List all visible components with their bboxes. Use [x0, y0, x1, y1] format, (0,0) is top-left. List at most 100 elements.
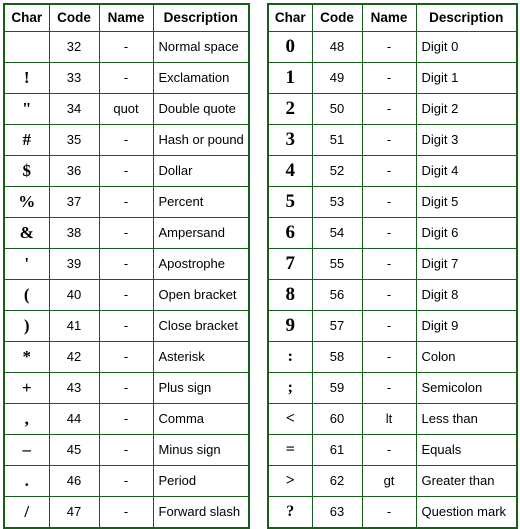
ascii-table-left: Char Code Name Description 32- Normal spa…	[3, 3, 250, 529]
cell-description: Hash or pound	[152, 124, 250, 156]
cell-char: 0	[267, 31, 313, 63]
cell-char: /	[3, 496, 50, 529]
cell-name: quot	[98, 93, 154, 125]
table-row: >62 gt Greater than	[267, 465, 518, 497]
column-header-code: Code	[311, 3, 363, 32]
cell-char: $	[3, 155, 50, 187]
cell-code: 42	[48, 341, 100, 373]
cell-char: :	[267, 341, 313, 373]
cell-name: -	[98, 124, 154, 156]
cell-code: 63	[311, 496, 363, 529]
table-row: 8 56- Digit 8	[267, 279, 518, 311]
cell-code: 45	[48, 434, 100, 466]
cell-char	[3, 31, 50, 63]
cell-description: Percent	[152, 186, 250, 218]
cell-char: ,	[3, 403, 50, 435]
column-header-char: Char	[267, 3, 313, 32]
cell-char: 2	[267, 93, 313, 125]
cell-name: gt	[361, 465, 417, 497]
cell-name: -	[361, 341, 417, 373]
table-header-right: Char Code Name Description	[267, 3, 518, 32]
cell-description: Greater than	[415, 465, 518, 497]
cell-description: Digit 5	[415, 186, 518, 218]
table-row: 0 48- Digit 0	[267, 31, 518, 63]
table-row: " 34 quot Double quote	[3, 93, 250, 125]
table-row: 32- Normal space	[3, 31, 250, 63]
cell-description: Less than	[415, 403, 518, 435]
table-row: /47- Forward slash	[3, 496, 250, 529]
cell-description: Ampersand	[152, 217, 250, 249]
table-row: 1 49- Digit 1	[267, 62, 518, 94]
cell-description: Question mark	[415, 496, 518, 529]
cell-code: 38	[48, 217, 100, 249]
cell-code: 48	[311, 31, 363, 63]
cell-description: Digit 8	[415, 279, 518, 311]
cell-name: -	[98, 31, 154, 63]
table-row: ) 41- Close bracket	[3, 310, 250, 342]
cell-char: 6	[267, 217, 313, 249]
cell-code: 37	[48, 186, 100, 218]
cell-code: 60	[311, 403, 363, 435]
cell-code: 36	[48, 155, 100, 187]
cell-name: -	[361, 248, 417, 280]
cell-name: -	[98, 248, 154, 280]
column-header-code: Code	[48, 3, 100, 32]
cell-char: –	[3, 434, 50, 466]
cell-description: Digit 6	[415, 217, 518, 249]
cell-char: 9	[267, 310, 313, 342]
cell-code: 49	[311, 62, 363, 94]
column-header-char: Char	[3, 3, 50, 32]
cell-code: 35	[48, 124, 100, 156]
table-row: 9 57- Digit 9	[267, 310, 518, 342]
cell-name: -	[361, 155, 417, 187]
cell-code: 56	[311, 279, 363, 311]
cell-char: #	[3, 124, 50, 156]
cell-description: Close bracket	[152, 310, 250, 342]
table-row: . 46- Period	[3, 465, 250, 497]
header-row: Char Code Name Description	[3, 3, 250, 32]
cell-name: -	[98, 186, 154, 218]
table-row: = 61- Equals	[267, 434, 518, 466]
table-row: 2 50- Digit 2	[267, 93, 518, 125]
cell-char: 8	[267, 279, 313, 311]
column-header-description: Description	[152, 3, 250, 32]
cell-name: -	[98, 62, 154, 94]
cell-char: 7	[267, 248, 313, 280]
cell-name: -	[98, 155, 154, 187]
cell-code: 46	[48, 465, 100, 497]
cell-name: -	[98, 279, 154, 311]
cell-name: -	[98, 434, 154, 466]
table-row: –45- Minus sign	[3, 434, 250, 466]
cell-char: ;	[267, 372, 313, 404]
column-header-name: Name	[98, 3, 154, 32]
table-row: 5 53- Digit 5	[267, 186, 518, 218]
cell-char: '	[3, 248, 50, 280]
cell-char: 3	[267, 124, 313, 156]
header-row: Char Code Name Description	[267, 3, 518, 32]
table-row: 7 55- Digit 7	[267, 248, 518, 280]
cell-char: ?	[267, 496, 313, 529]
cell-code: 52	[311, 155, 363, 187]
table-row: ' 39- Apostrophe	[3, 248, 250, 280]
table-row: 6 54- Digit 6	[267, 217, 518, 249]
cell-description: Digit 4	[415, 155, 518, 187]
table-row: * 42- Asterisk	[3, 341, 250, 373]
cell-code: 54	[311, 217, 363, 249]
cell-description: Minus sign	[152, 434, 250, 466]
table-header-left: Char Code Name Description	[3, 3, 250, 32]
cell-name: -	[361, 31, 417, 63]
cell-char: (	[3, 279, 50, 311]
cell-code: 61	[311, 434, 363, 466]
cell-description: Equals	[415, 434, 518, 466]
cell-name: -	[98, 341, 154, 373]
cell-name: -	[361, 93, 417, 125]
cell-description: Semicolon	[415, 372, 518, 404]
cell-name: -	[98, 217, 154, 249]
cell-name: -	[361, 217, 417, 249]
cell-char: +	[3, 372, 50, 404]
cell-name: -	[361, 124, 417, 156]
cell-name: -	[361, 496, 417, 529]
column-header-description: Description	[415, 3, 518, 32]
cell-description: Digit 1	[415, 62, 518, 94]
cell-description: Apostrophe	[152, 248, 250, 280]
